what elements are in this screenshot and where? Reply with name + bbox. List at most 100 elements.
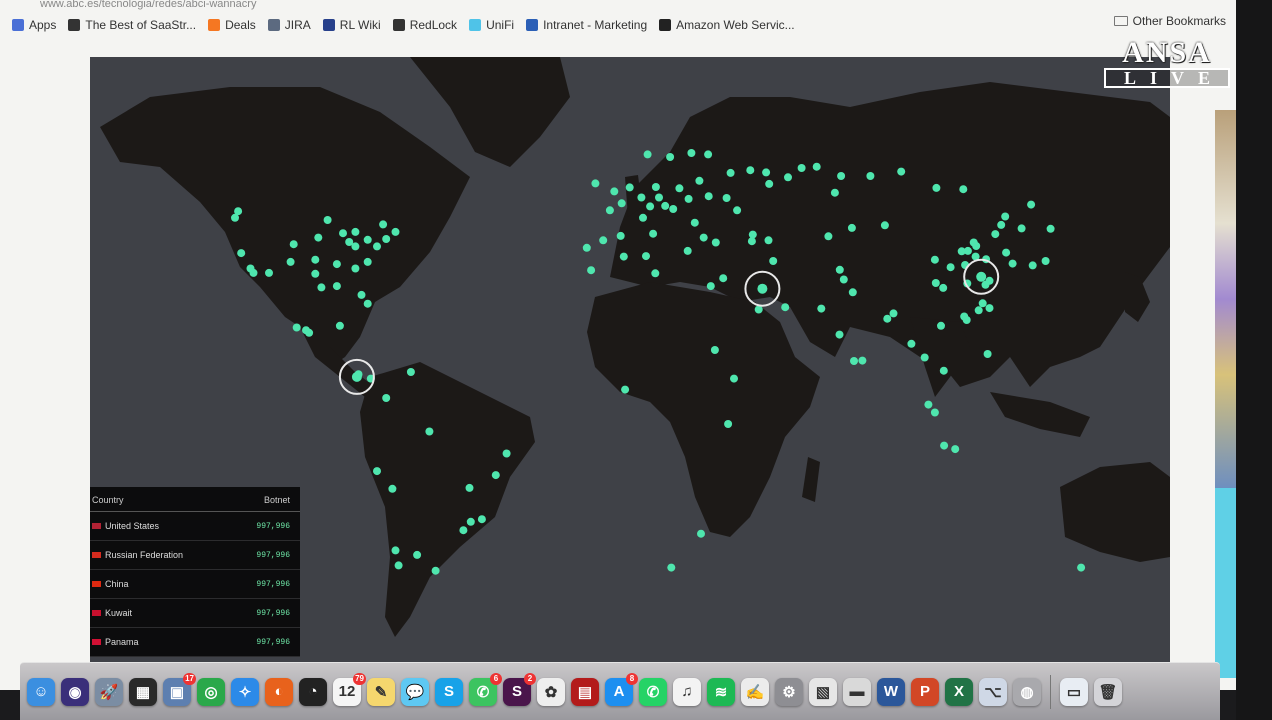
infection-dot xyxy=(651,183,660,191)
infection-dot xyxy=(339,229,347,238)
system-preferences-icon[interactable]: ⚙ xyxy=(775,677,803,706)
table-row[interactable]: Russian Federation 997,996 xyxy=(90,541,300,570)
bookmark-amazon[interactable]: Amazon Web Servic... xyxy=(659,18,795,32)
infection-dot xyxy=(769,257,778,265)
infection-dot xyxy=(373,467,381,476)
infection-dot xyxy=(388,484,397,493)
dashboard-icon[interactable]: ◔ xyxy=(299,677,327,706)
infection-dot xyxy=(824,232,833,241)
infection-dot xyxy=(839,275,848,284)
table-header: Country Botnet xyxy=(90,487,300,512)
monitor-bezel xyxy=(1236,0,1272,720)
bookmark-confluence[interactable]: RL Wiki xyxy=(322,18,381,32)
infection-dot xyxy=(924,400,933,409)
infection-dot xyxy=(621,385,630,394)
infection-dot xyxy=(907,339,916,348)
africa-shape xyxy=(587,282,820,537)
siri-icon[interactable]: ◉ xyxy=(61,677,89,706)
column-header-country[interactable]: Country xyxy=(92,495,124,505)
table-row[interactable]: China 997,996 xyxy=(90,570,300,599)
country-botnet-table: Country Botnet United States 997,996 Rus… xyxy=(90,487,300,657)
botnet-count: 997,996 xyxy=(256,637,290,647)
facetime-icon[interactable]: ✆ 6 xyxy=(469,672,502,706)
slack-icon[interactable]: S2 xyxy=(503,672,536,706)
messages-icon[interactable]: 💬 xyxy=(401,677,429,706)
address-bar[interactable]: www.abc.es/tecnologia/redes/abci-wannacr… xyxy=(40,0,640,10)
other-bookmarks[interactable]: Other Bookmarks xyxy=(1113,14,1226,28)
infection-dot xyxy=(332,260,341,269)
preview-icon[interactable]: ▣ 17 xyxy=(163,672,196,706)
skype-icon[interactable]: S xyxy=(435,677,463,706)
infection-dot xyxy=(1001,212,1010,221)
infection-dot xyxy=(957,247,966,256)
safari-icon[interactable]: ✧ xyxy=(231,677,259,706)
trash-icon[interactable]: 🗑 xyxy=(1094,677,1122,706)
bookmark-hubspot[interactable]: Deals xyxy=(208,18,256,32)
app-store-icon[interactable]: A8 xyxy=(605,672,638,706)
infection-dot xyxy=(960,312,969,321)
photo-booth-icon[interactable]: ▤ xyxy=(571,677,599,706)
downloads-folder-icon[interactable]: ▭ xyxy=(1060,677,1088,706)
infection-dot xyxy=(675,184,684,193)
infection-dot xyxy=(617,199,626,208)
photos-icon[interactable]: ✿ xyxy=(537,677,565,706)
infection-dot xyxy=(599,236,608,245)
flag-icon xyxy=(92,581,101,587)
infection-dot xyxy=(866,172,875,180)
infection-dot xyxy=(406,368,415,376)
notification-badge: 2 xyxy=(524,672,536,685)
bookmark-unifi[interactable]: UniFi xyxy=(469,18,514,32)
amazon-icon xyxy=(659,19,672,31)
bookmark-label: RedLock xyxy=(409,18,458,32)
keynote-icon[interactable]: ▧ xyxy=(809,677,837,706)
infection-dot xyxy=(351,227,360,236)
infection-dot xyxy=(323,216,332,224)
infection-dot xyxy=(477,515,486,524)
mission-control-icon[interactable]: ▦ xyxy=(129,677,157,706)
infection-dot xyxy=(314,233,323,242)
country-name: China xyxy=(105,579,129,589)
whatsapp-icon[interactable]: ✆ xyxy=(639,677,667,706)
excel-icon[interactable]: X xyxy=(945,677,973,706)
bookmark-apps-grid[interactable]: Apps xyxy=(12,18,56,32)
word-icon[interactable]: W xyxy=(877,677,905,706)
infection-dot xyxy=(726,168,735,177)
bookmark-sharepoint[interactable]: Intranet - Marketing xyxy=(526,18,647,32)
itunes-icon[interactable]: ♫ xyxy=(673,677,701,706)
textedit-icon[interactable]: ✍ xyxy=(741,677,769,706)
flag-icon xyxy=(92,639,101,645)
bookmark-lock[interactable]: RedLock xyxy=(392,18,458,32)
infection-dot xyxy=(835,330,844,339)
infection-dot xyxy=(690,218,699,227)
table-row[interactable]: Kuwait 997,996 xyxy=(90,599,300,628)
infection-dot xyxy=(413,550,422,559)
infection-dot xyxy=(722,194,731,202)
powerpoint-icon[interactable]: P xyxy=(911,677,939,706)
infection-dot xyxy=(642,252,650,261)
infection-dot xyxy=(972,242,981,250)
infection-dot xyxy=(711,238,720,247)
chrome-icon[interactable]: ◎ xyxy=(197,677,225,706)
bookmark-label: Deals xyxy=(225,18,256,32)
country-name: Kuwait xyxy=(105,608,133,618)
infection-dot xyxy=(311,269,320,278)
finder-icon[interactable]: ☺ xyxy=(27,677,55,706)
infection-dot xyxy=(781,303,790,312)
network-utility-icon[interactable]: ⌥ xyxy=(979,677,1007,706)
botnet-count: 997,996 xyxy=(256,579,290,589)
launchpad-icon[interactable]: 🚀 xyxy=(95,677,123,706)
calendar-icon[interactable]: 12 79 xyxy=(333,672,366,706)
firefox-icon[interactable]: ◐ xyxy=(265,677,293,706)
table-row[interactable]: United States 997,996 xyxy=(90,512,300,541)
table-row[interactable]: Panama 997,996 xyxy=(90,628,300,657)
flag-icon xyxy=(92,552,101,558)
bookmark-saastr[interactable]: The Best of SaaStr... xyxy=(68,18,196,32)
spotify-icon[interactable]: ≋ xyxy=(707,677,735,706)
bookmark-jira[interactable]: JIRA xyxy=(267,18,311,32)
notes-icon[interactable]: ✎ xyxy=(367,677,395,706)
printer-icon[interactable]: ▬ xyxy=(843,677,871,706)
disk-utility-icon[interactable]: ◍ xyxy=(1013,677,1041,706)
infection-dot xyxy=(231,213,239,222)
botnet-count: 997,996 xyxy=(256,550,290,560)
column-header-botnet[interactable]: Botnet xyxy=(264,495,290,505)
